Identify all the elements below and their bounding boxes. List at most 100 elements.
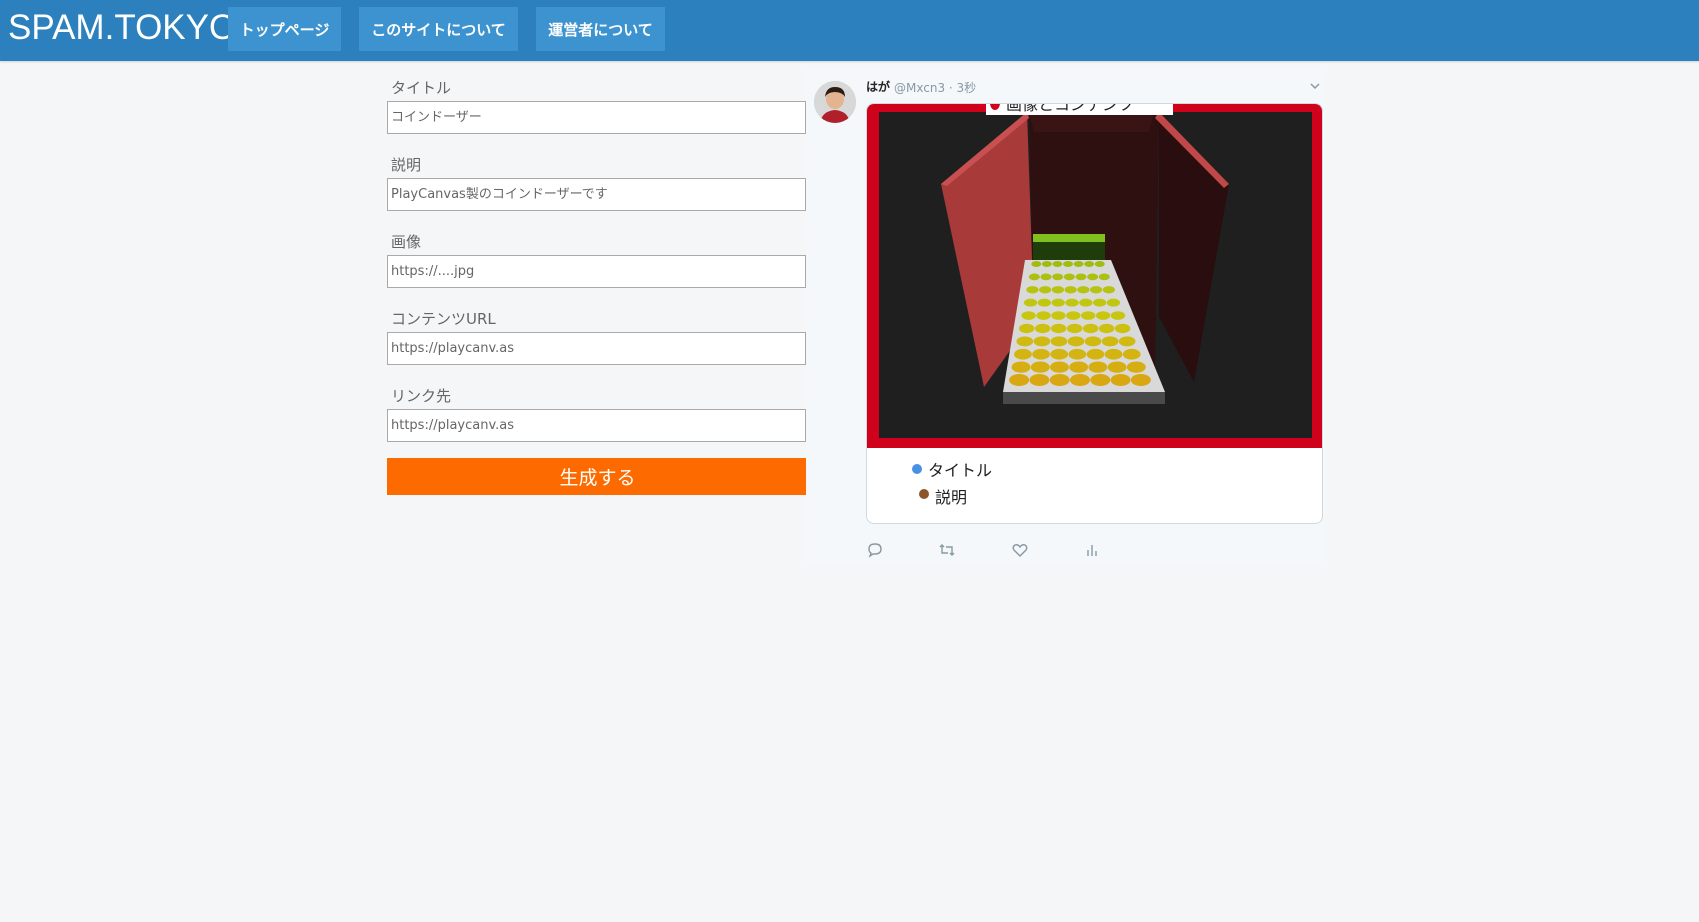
description-input[interactable]: [387, 178, 806, 211]
description-legend: 説明: [867, 480, 1083, 520]
coin: [1041, 261, 1052, 267]
coin: [1073, 261, 1084, 267]
site-header: SPAM.TOKYO トップページ このサイトについて 運営者について: [0, 0, 1699, 61]
coin: [1028, 273, 1040, 281]
coin: [1067, 336, 1085, 347]
coin: [1095, 311, 1111, 320]
coin: [1090, 286, 1103, 294]
coin: [1023, 298, 1038, 307]
coin: [1050, 348, 1069, 360]
coin: [1050, 323, 1067, 334]
coin: [1026, 286, 1039, 294]
coin: [1030, 361, 1050, 373]
image-url-input[interactable]: [387, 255, 806, 288]
coin: [1126, 361, 1146, 373]
description-label: 説明: [391, 156, 422, 174]
coin: [1110, 374, 1131, 386]
coin: [1065, 298, 1079, 307]
coin: [1118, 336, 1136, 347]
image-label: 画像: [391, 233, 422, 251]
coin: [1079, 298, 1093, 307]
coin: [1102, 286, 1115, 294]
coin: [1040, 273, 1052, 281]
coin: [1032, 348, 1050, 360]
coin: [1016, 336, 1034, 347]
coin: [1081, 311, 1096, 320]
description-legend-dot: [919, 489, 929, 499]
site-logo[interactable]: SPAM.TOKYO: [8, 8, 236, 48]
content-url-label: コンテンツURL: [391, 310, 496, 328]
coin: [1114, 323, 1131, 334]
coin: [1106, 298, 1121, 307]
coin: [1052, 261, 1063, 267]
link-url-input[interactable]: [387, 409, 806, 442]
coin: [1052, 273, 1064, 281]
coin: [1063, 273, 1075, 281]
coin: [1064, 286, 1077, 294]
coin: [1050, 336, 1068, 347]
content-url-input[interactable]: [387, 332, 806, 365]
coin: [1088, 361, 1108, 373]
image-legend-label: 画像とコンテンツ: [1006, 103, 1135, 114]
link-label: リンク先: [391, 387, 452, 405]
coin: [1014, 348, 1032, 360]
title-legend-label: タイトル: [928, 461, 993, 480]
image-legend-dot: [990, 104, 1000, 110]
coin: [1051, 311, 1066, 320]
coin: [1037, 298, 1052, 307]
title-legend: タイトル: [867, 458, 1052, 480]
coin: [1011, 361, 1031, 373]
coin: [1130, 374, 1151, 386]
analytics-icon[interactable]: [1083, 541, 1101, 559]
coin: [1031, 261, 1042, 267]
coin: [1068, 348, 1087, 360]
coin: [1018, 323, 1035, 334]
coin: [1075, 273, 1087, 281]
coin: [1070, 374, 1090, 386]
tweet-author-name[interactable]: はが: [866, 78, 890, 95]
avatar[interactable]: [814, 81, 856, 123]
coin: [1034, 323, 1051, 334]
coin: [1063, 261, 1073, 267]
nav-top-page-button[interactable]: トップページ: [228, 7, 341, 51]
nav-about-operator-button[interactable]: 運営者について: [536, 7, 665, 51]
tweet-author-handle: @Mxcn3 · 3秒: [894, 81, 977, 95]
coin: [1087, 273, 1099, 281]
coin: [1104, 348, 1123, 360]
coin: [1077, 286, 1090, 294]
twitter-card[interactable]: 画像とコンテンツ タイトル 説明: [866, 103, 1323, 524]
coin: [1086, 348, 1105, 360]
generate-button[interactable]: 生成する: [387, 458, 808, 495]
chevron-down-icon[interactable]: [1308, 78, 1322, 92]
coin: [1090, 374, 1111, 386]
coin: [1066, 311, 1081, 320]
coin-dozer-screenshot: [879, 112, 1312, 438]
nav-about-site-button[interactable]: このサイトについて: [359, 7, 518, 51]
retweet-icon[interactable]: [938, 541, 956, 559]
coin: [1122, 348, 1141, 360]
card-image: [867, 104, 1322, 448]
image-content-legend: 画像とコンテンツ: [986, 103, 1173, 115]
coin: [1110, 311, 1126, 320]
reply-icon[interactable]: [866, 541, 884, 559]
title-legend-dot: [912, 464, 922, 474]
coin: [1098, 323, 1115, 334]
coin: [1084, 336, 1102, 347]
coin: [1084, 261, 1095, 267]
coin: [1033, 336, 1051, 347]
coin: [1094, 261, 1105, 267]
coin: [1069, 361, 1089, 373]
coin: [1092, 298, 1107, 307]
coin: [1009, 374, 1030, 386]
coin: [1101, 336, 1119, 347]
coin: [1029, 374, 1050, 386]
like-icon[interactable]: [1011, 541, 1029, 559]
title-input[interactable]: [387, 101, 806, 134]
coin: [1051, 298, 1065, 307]
title-label: タイトル: [391, 79, 452, 97]
coin: [1107, 361, 1127, 373]
coin: [1036, 311, 1051, 320]
coin: [1082, 323, 1099, 334]
coin: [1039, 286, 1052, 294]
coin: [1049, 374, 1070, 386]
